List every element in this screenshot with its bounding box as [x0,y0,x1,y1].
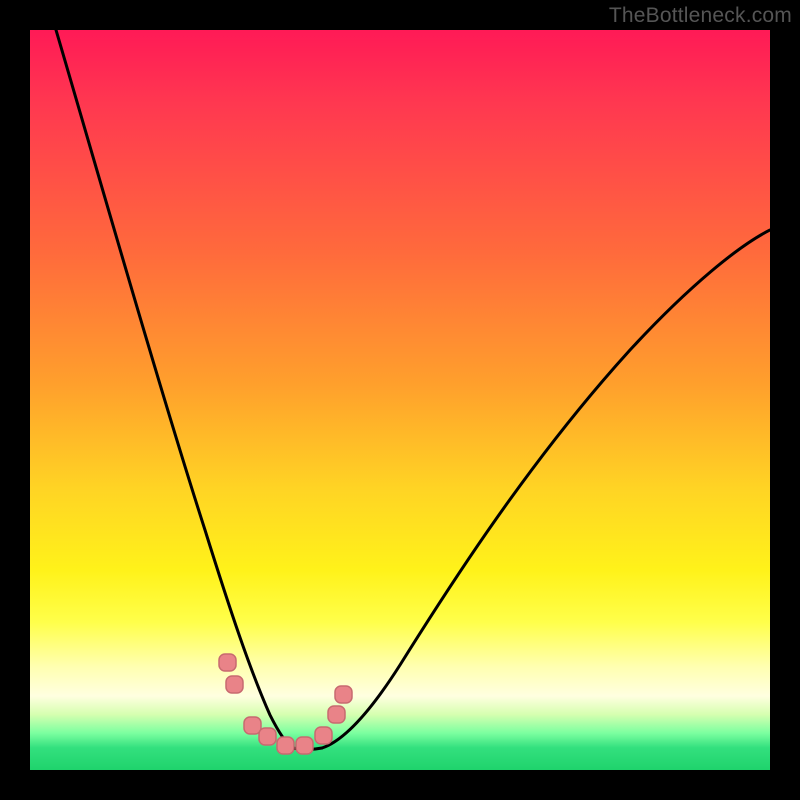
marker [296,737,313,754]
marker [315,727,332,744]
marker [328,706,345,723]
marker [244,717,261,734]
marker [219,654,236,671]
marker [277,737,294,754]
marker [259,728,276,745]
marker [226,676,243,693]
watermark-text: TheBottleneck.com [609,4,792,28]
marker-group [219,654,352,754]
marker [335,686,352,703]
chart-frame: TheBottleneck.com [0,0,800,800]
curve-layer [30,30,770,770]
plot-area [30,30,770,770]
curve-right-branch [322,230,770,748]
curve-left-branch [56,30,293,748]
